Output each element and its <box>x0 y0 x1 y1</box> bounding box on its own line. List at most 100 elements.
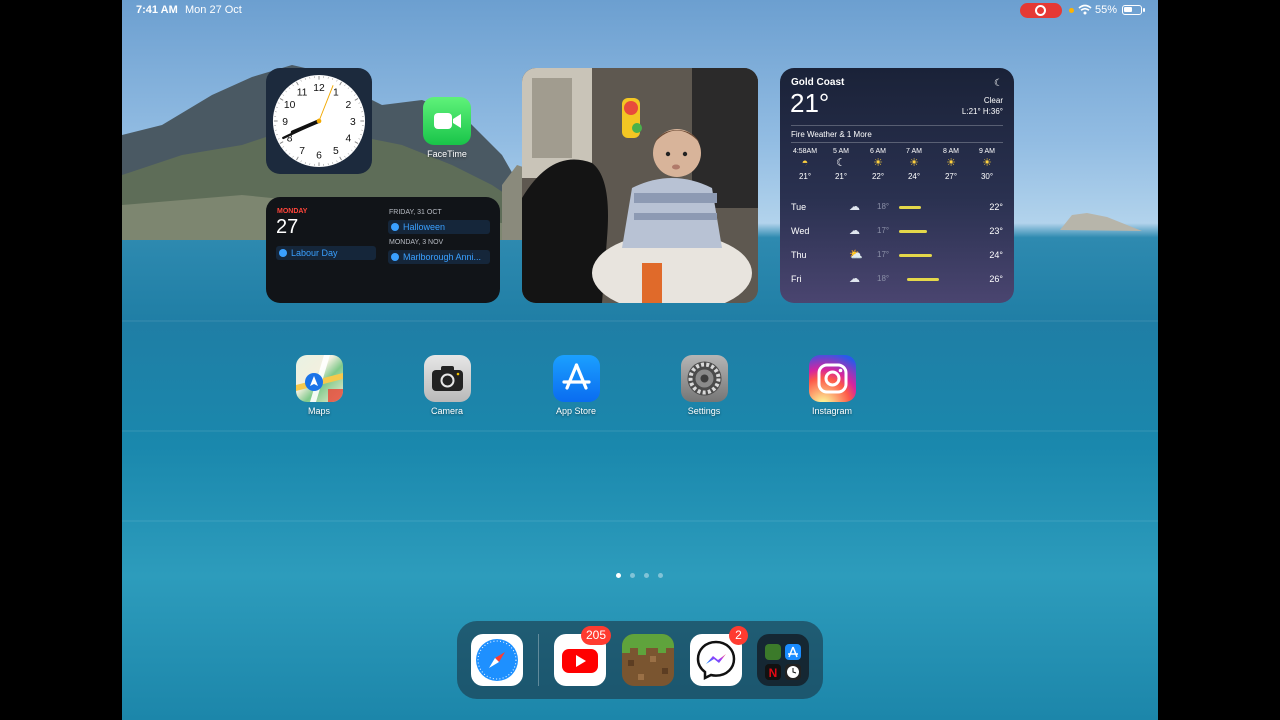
clock-number: 3 <box>350 117 356 128</box>
settings-icon <box>680 355 728 402</box>
clock-number: 12 <box>313 83 325 94</box>
clock-number: 6 <box>316 151 322 162</box>
calendar-event-upcoming[interactable]: Halloween <box>388 220 490 234</box>
temp-range-bar <box>899 254 932 257</box>
analog-clock-face: 12 1234567891011 <box>272 74 366 168</box>
weather-divider <box>791 125 1003 126</box>
facetime-icon <box>423 97 471 145</box>
weather-condition: Clear <box>983 96 1003 105</box>
hourly-time: 8 AM <box>943 148 959 155</box>
daily-forecast-row: Wed ☁ 17° 23° <box>791 223 1003 243</box>
home-screen: 7:41 AM Mon 27 Oct 55% 12 1 2 3 4 5 6 7 8 9 10 11 F… <box>122 0 1158 720</box>
sea-ripple <box>122 430 1158 432</box>
sun-icon: ☀ <box>909 157 919 169</box>
sea-ripple <box>122 320 1158 322</box>
temp-range-bar <box>899 206 921 209</box>
page-dot-1[interactable] <box>616 573 621 578</box>
app-label: Maps <box>307 406 330 416</box>
app-label: Camera <box>430 406 463 416</box>
privacy-indicator-dot <box>1069 8 1074 13</box>
hourly-forecast: 7 AM ☀ 24° <box>896 148 932 181</box>
clock-number: 2 <box>345 100 351 111</box>
weather-hi-lo: L:21° H:36° <box>961 107 1003 116</box>
partly-cloudy-icon: ⛅ <box>849 249 863 261</box>
daily-high: 23° <box>989 226 1003 236</box>
sea-ripple <box>122 520 1158 522</box>
clock-number: 11 <box>297 87 308 98</box>
wifi-icon <box>1078 4 1092 15</box>
page-dot-3[interactable] <box>644 573 649 578</box>
hourly-time: 6 AM <box>870 148 886 155</box>
weather-current-temp: 21° <box>790 88 830 118</box>
daily-low: 18° <box>877 202 890 211</box>
temp-range-bar <box>907 278 939 281</box>
dock-divider <box>538 634 539 686</box>
hourly-forecast: 9 AM ☀ 30° <box>969 148 1005 181</box>
photos-widget[interactable] <box>522 68 758 303</box>
page-dot-2[interactable] <box>630 573 635 578</box>
clock-widget[interactable]: 12 1 2 3 4 5 6 7 8 9 10 11 <box>266 68 372 174</box>
sun-icon: ☀ <box>982 157 992 169</box>
weather-city: Gold Coast <box>791 77 845 88</box>
daily-day: Tue <box>791 202 807 212</box>
camera-icon <box>423 355 471 402</box>
photo-image <box>522 68 758 303</box>
clock-number: 7 <box>299 146 305 157</box>
app-library-dock-icon[interactable]: N <box>757 634 809 686</box>
hourly-time: 4:58AM <box>792 148 818 155</box>
hourly-forecast: 8 AM ☀ 27° <box>933 148 969 181</box>
clock-number: 1 <box>333 87 339 98</box>
safari-dock-icon[interactable] <box>471 634 523 686</box>
daily-high: 26° <box>989 274 1003 284</box>
hourly-temp: 27° <box>944 172 958 181</box>
svg-text:N: N <box>769 666 778 680</box>
messenger-badge: 2 <box>729 626 748 645</box>
app-label: App Store <box>555 406 597 416</box>
app-store-icon <box>552 355 600 402</box>
calendar-upcoming-date: FRIDAY, 31 OCT <box>389 209 442 216</box>
temp-range-bar <box>899 230 927 233</box>
instagram-app[interactable]: Instagram <box>802 355 862 416</box>
clock-number: 4 <box>345 134 351 145</box>
settings-app[interactable]: Settings <box>674 355 734 416</box>
calendar-day-name: MONDAY <box>277 208 308 215</box>
page-dot-4[interactable] <box>658 573 663 578</box>
dock: N <box>457 621 823 699</box>
app-store-app[interactable]: App Store <box>546 355 606 416</box>
status-time: 7:41 AM <box>136 4 178 16</box>
camera-app[interactable]: Camera <box>417 355 477 416</box>
youtube-badge: 205 <box>581 626 612 645</box>
battery-icon <box>1122 5 1145 15</box>
weather-divider <box>791 142 1003 143</box>
weather-widget[interactable]: Gold Coast 21° ☾ Clear L:21° H:36° Fire … <box>780 68 1014 303</box>
daily-day: Wed <box>791 226 810 236</box>
app-label: Settings <box>687 406 721 416</box>
moon-icon: ☾ <box>994 78 1003 89</box>
daily-forecast-row: Thu ⛅ 17° 24° <box>791 247 1003 267</box>
facetime-label: FaceTime <box>427 149 467 159</box>
app-label: Instagram <box>811 406 853 416</box>
instagram-icon <box>808 355 856 402</box>
minecraft-icon <box>622 634 674 686</box>
daily-day: Thu <box>791 250 807 260</box>
rain-icon: ☁ <box>849 273 860 285</box>
hourly-forecast: 5 AM ☾ 21° <box>823 148 859 181</box>
calendar-upcoming-date: MONDAY, 3 NOV <box>389 239 444 246</box>
daily-high: 24° <box>989 250 1003 260</box>
calendar-event-today[interactable]: Labour Day <box>276 246 376 260</box>
screen-recording-icon[interactable] <box>1020 3 1062 18</box>
calendar-widget[interactable]: MONDAY 27 Labour Day FRIDAY, 31 OCT Hall… <box>266 197 500 303</box>
daily-forecast-row: Tue ☁ 18° 22° <box>791 199 1003 219</box>
sun-icon: ☀ <box>946 157 956 169</box>
safari-icon <box>476 639 518 681</box>
sun-icon: ☀ <box>873 157 883 169</box>
hourly-forecast: 6 AM ☀ 22° <box>860 148 896 181</box>
maps-app[interactable]: Maps <box>289 355 349 416</box>
hourly-temp: 21° <box>798 172 812 181</box>
facetime-app[interactable]: FaceTime <box>422 97 472 159</box>
hourly-time: 9 AM <box>979 148 995 155</box>
hourly-time: 7 AM <box>906 148 922 155</box>
hourly-forecast: 4:58AM ◓ 21° <box>787 148 823 181</box>
minecraft-dock-icon[interactable] <box>622 634 674 686</box>
calendar-event-upcoming[interactable]: Marlborough Anni... <box>388 250 490 264</box>
